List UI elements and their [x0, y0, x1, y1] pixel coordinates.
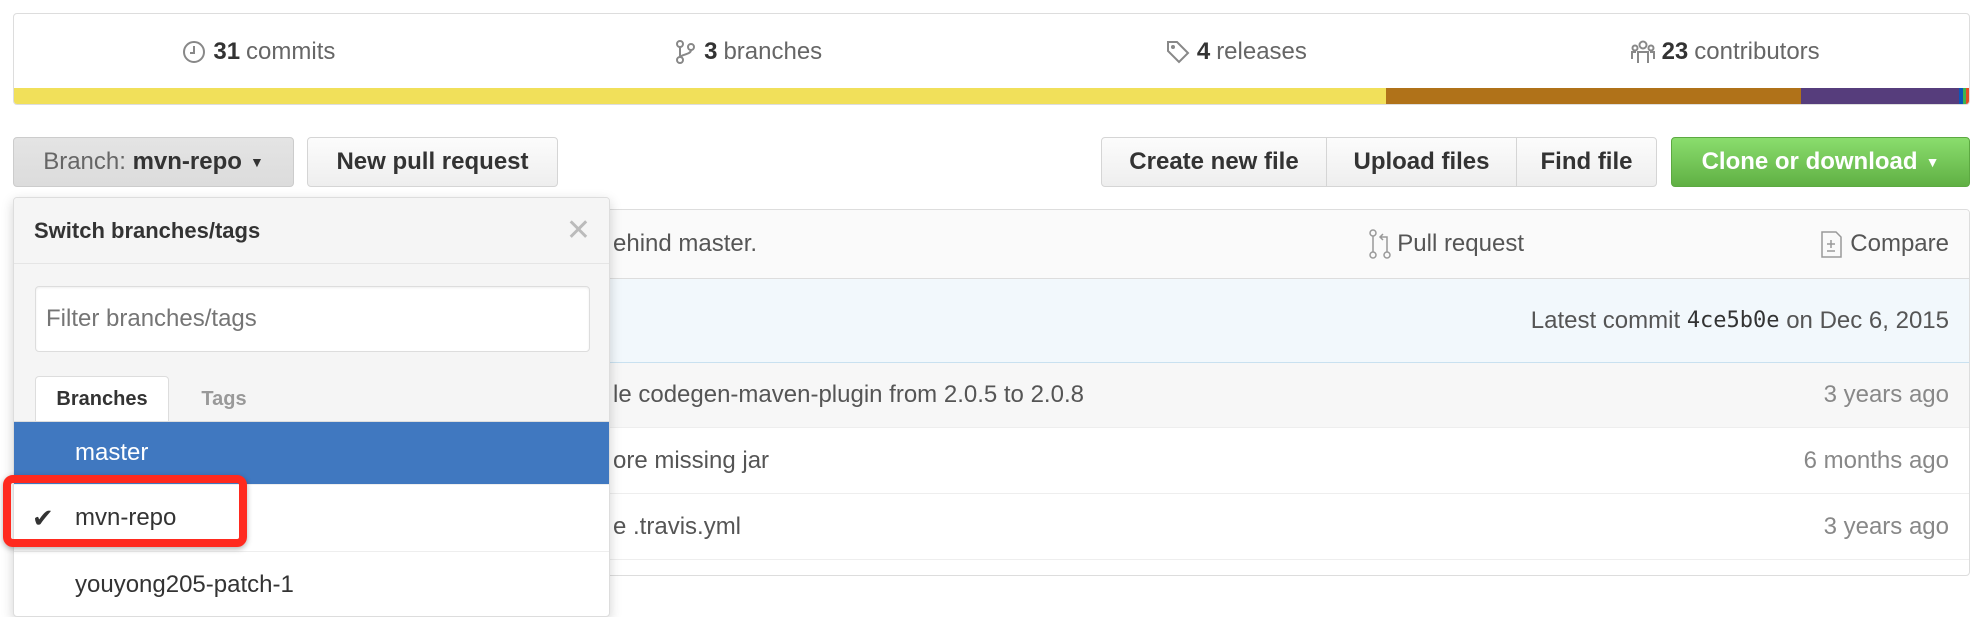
branch-select-button[interactable]: Branch: mvn-repo ▼ [13, 137, 294, 187]
create-new-file-button[interactable]: Create new file [1101, 137, 1327, 187]
highlight-annotation-box [3, 475, 247, 547]
contributors-link[interactable]: 23 contributors [1480, 14, 1969, 89]
dropdown-header: Switch branches/tags ✕ [14, 198, 609, 264]
releases-link[interactable]: 4 releases [992, 14, 1481, 89]
clone-download-button[interactable]: Clone or download ▼ [1671, 137, 1970, 187]
compare-icon [1821, 231, 1843, 258]
upload-files-button[interactable]: Upload files [1326, 137, 1517, 187]
pull-request-link[interactable]: Pull request [1369, 229, 1524, 259]
caret-down-icon: ▼ [249, 154, 264, 170]
filter-branches-input[interactable] [35, 286, 590, 352]
branch-item-youyong205-patch-1[interactable]: youyong205-patch-1 [14, 551, 609, 616]
find-file-button[interactable]: Find file [1516, 137, 1657, 187]
tab-branches[interactable]: Branches [35, 376, 169, 422]
language-bar[interactable] [14, 88, 1969, 104]
new-pull-request-button[interactable]: New pull request [307, 137, 558, 187]
compare-link[interactable]: Compare [1820, 228, 1949, 260]
branches-link[interactable]: 3 branches [503, 14, 992, 89]
branch-dropdown: Switch branches/tags ✕ Branches Tags mas… [13, 197, 610, 617]
commits-link[interactable]: 31 commits [14, 14, 503, 89]
close-icon[interactable]: ✕ [566, 213, 591, 248]
language-segment[interactable] [1800, 88, 1960, 104]
history-icon [183, 40, 206, 63]
tag-icon [1166, 40, 1190, 63]
pull-request-icon [1369, 229, 1391, 259]
dropdown-filter-area: Branches Tags [14, 264, 609, 422]
branch-icon [676, 39, 696, 64]
language-segment[interactable] [1966, 88, 1969, 104]
people-icon [1630, 40, 1655, 63]
caret-down-icon: ▼ [1925, 154, 1940, 170]
language-segment[interactable] [14, 88, 1387, 104]
language-segment[interactable] [1386, 88, 1801, 104]
commit-sha-link[interactable]: 4ce5b0e [1687, 308, 1780, 333]
repo-summary: 31 commits 3 branches 4 releases 23 contribu… [13, 13, 1970, 105]
tab-tags[interactable]: Tags [174, 376, 274, 422]
